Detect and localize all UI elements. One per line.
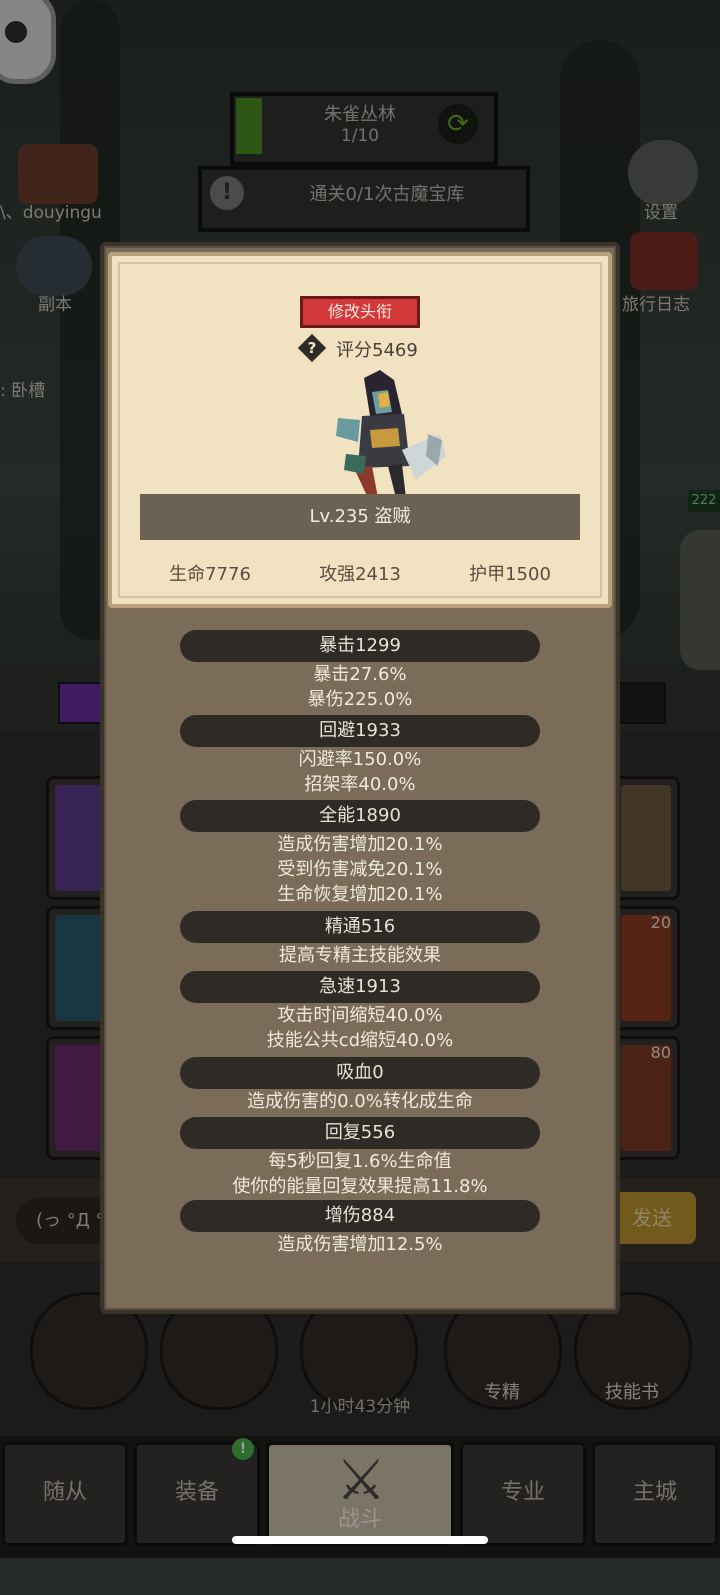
level-class-banner: Lv.235 盗贼 bbox=[140, 494, 580, 540]
hp-stat: 生命7776 bbox=[169, 564, 251, 585]
change-title-button[interactable]: 修改头衔 bbox=[300, 296, 420, 328]
stat-detail: 使你的能量回复效果提高11.8% bbox=[232, 1176, 488, 1197]
stat-detail: 暴击27.6% bbox=[313, 664, 407, 685]
rogue-avatar bbox=[336, 370, 446, 498]
stat-header-avoidance: 回避1933 bbox=[180, 715, 540, 747]
stat-detail: 受到伤害减免20.1% bbox=[277, 859, 443, 880]
stat-detail: 暴伤225.0% bbox=[307, 689, 413, 710]
stat-header-regen: 回复556 bbox=[180, 1117, 540, 1149]
stat-detail: 闪避率150.0% bbox=[298, 749, 422, 770]
stat-detail: 招架率40.0% bbox=[304, 774, 416, 795]
stat-detail: 每5秒回复1.6%生命值 bbox=[268, 1151, 452, 1172]
stat-header-crit: 暴击1299 bbox=[180, 630, 540, 662]
stat-header-lifesteal: 吸血0 bbox=[180, 1057, 540, 1089]
stat-detail: 提高专精主技能效果 bbox=[279, 945, 441, 966]
stat-header-mastery: 精通516 bbox=[180, 911, 540, 943]
stat-detail: 技能公共cd缩短40.0% bbox=[266, 1030, 454, 1051]
stat-header-versatility: 全能1890 bbox=[180, 800, 540, 832]
stat-detail: 攻击时间缩短40.0% bbox=[277, 1005, 443, 1026]
home-indicator[interactable] bbox=[232, 1536, 488, 1544]
stat-header-damage-bonus: 增伤884 bbox=[180, 1200, 540, 1232]
stat-header-haste: 急速1913 bbox=[180, 971, 540, 1003]
help-icon[interactable]: ? bbox=[297, 333, 327, 363]
stat-detail: 生命恢复增加20.1% bbox=[277, 884, 443, 905]
score-text: 评分5469 bbox=[336, 340, 418, 361]
armor-stat: 护甲1500 bbox=[469, 564, 551, 585]
stat-detail: 造成伤害增加12.5% bbox=[277, 1234, 443, 1255]
stat-detail: 造成伤害增加20.1% bbox=[277, 834, 443, 855]
stat-detail: 造成伤害的0.0%转化成生命 bbox=[247, 1091, 473, 1112]
attack-stat: 攻强2413 bbox=[319, 564, 401, 585]
